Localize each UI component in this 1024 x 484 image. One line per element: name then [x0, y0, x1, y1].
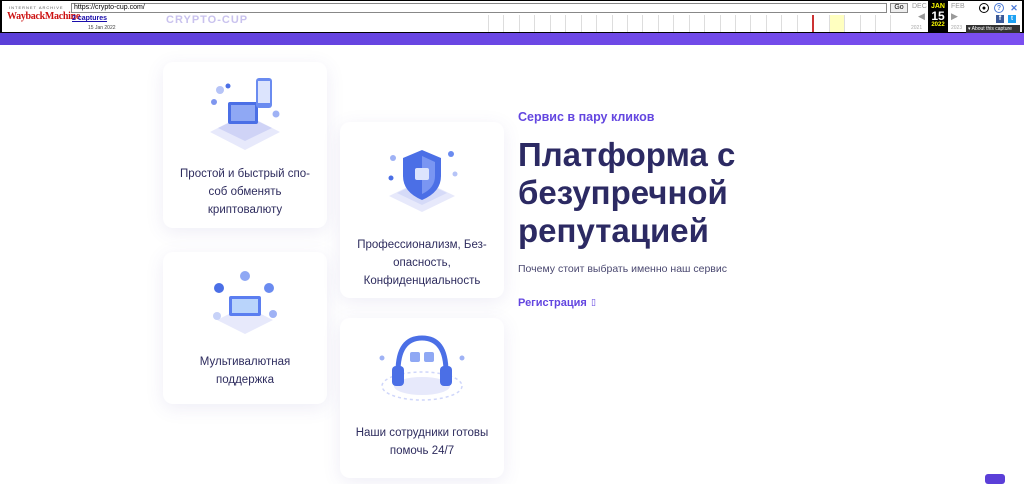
hero-subtitle: Почему стоит выбрать именно наш сервис	[518, 263, 728, 275]
card-text-line: Профессионализм, Без-	[357, 239, 487, 251]
timeline-cell[interactable]	[719, 15, 735, 32]
timeline-cell[interactable]	[890, 15, 906, 32]
timeline-cell[interactable]	[534, 15, 550, 32]
timeline-cell-marked[interactable]	[812, 15, 829, 32]
user-icon[interactable]: ●	[979, 3, 989, 13]
timeline-cell[interactable]	[596, 15, 612, 32]
timeline-cell[interactable]	[626, 15, 643, 32]
feature-card-exchange: Простой и быстрый спо- соб обменять крип…	[163, 62, 327, 228]
timeline-cell[interactable]	[580, 15, 597, 32]
register-link[interactable]: Регистрация	[518, 297, 587, 309]
timeline-cell-current[interactable]	[828, 15, 845, 32]
wayback-go-button[interactable]: Go	[890, 3, 908, 13]
card-text-line: Наши сотрудники готовы	[355, 427, 489, 439]
wayback-capture-date: 15 Jan 2022	[88, 25, 116, 31]
card-text-line: опасность,	[393, 257, 451, 269]
card-text-line: Мультивалютная	[199, 356, 291, 368]
page-title-line: безупречной	[518, 174, 728, 211]
feature-card-security: Профессионализм, Без- опасность, Конфиде…	[340, 122, 504, 298]
timeline-cell[interactable]	[874, 15, 891, 32]
wayback-logo-main: WaybackMachine	[7, 11, 81, 22]
timeline-cell[interactable]	[549, 15, 566, 32]
timeline-cell[interactable]	[765, 15, 782, 32]
feature-card-exchange-text: Простой и быстрый спо- соб обменять крип…	[163, 165, 327, 219]
wayback-prev-arrow-icon[interactable]: ◀	[918, 11, 925, 22]
wayback-about-capture[interactable]: ▾ About this capture	[966, 25, 1020, 33]
site-logo[interactable]: CRYPTO-CUP	[166, 14, 248, 26]
timeline-cell[interactable]	[642, 15, 658, 32]
timeline-cell[interactable]	[673, 15, 689, 32]
timeline-cell[interactable]	[844, 15, 860, 32]
shield-icon	[388, 150, 458, 212]
close-icon[interactable]: ✕	[1009, 3, 1019, 13]
card-text-line: помочь 24/7	[389, 445, 455, 457]
feature-card-support: Наши сотрудники готовы помочь 24/7	[340, 318, 504, 478]
wayback-toolbar: INTERNET ARCHIVE WaybackMachine https://…	[0, 0, 1024, 34]
timeline-cell[interactable]	[518, 15, 535, 32]
wayback-next-year: 2023	[951, 25, 963, 31]
site-header	[0, 33, 1024, 45]
timeline-cell[interactable]	[704, 15, 720, 32]
card-text-line: поддержка	[216, 374, 274, 386]
headphones-icon	[379, 335, 465, 401]
feature-card-multicurrency: Мультивалютная поддержка	[163, 252, 327, 404]
card-text-line: Конфиденциальность	[363, 275, 481, 287]
hero-eyebrow: Сервис в пару кликов	[518, 110, 655, 124]
timeline-cell[interactable]	[750, 15, 766, 32]
timeline-cell[interactable]	[503, 15, 519, 32]
wayback-current-day: 15	[931, 9, 945, 23]
timeline-cell[interactable]	[488, 15, 504, 32]
laptop-phone-icon	[210, 78, 280, 150]
wayback-current-year: 2022	[931, 22, 945, 28]
wayback-next-month[interactable]: FEB	[951, 3, 965, 10]
wayback-prev-month[interactable]: DEC	[912, 3, 927, 10]
timeline-cell[interactable]	[735, 15, 751, 32]
wayback-logo-top: INTERNET ARCHIVE	[9, 5, 64, 10]
feature-card-security-text: Профессионализм, Без- опасность, Конфиде…	[340, 236, 504, 290]
wayback-next-arrow-icon[interactable]: ▶	[951, 11, 958, 22]
scroll-top-button[interactable]	[985, 474, 1005, 484]
timeline-cell[interactable]	[688, 15, 705, 32]
arrow-icon[interactable]: ▯	[591, 298, 596, 308]
facebook-icon[interactable]: f	[996, 15, 1004, 23]
wayback-captures-link[interactable]: 2 captures	[72, 15, 107, 22]
feature-card-support-text: Наши сотрудники готовы помочь 24/7	[340, 424, 504, 460]
wayback-url-input[interactable]: https://crypto-cup.com/	[71, 3, 887, 13]
wayback-prev-year: 2021	[911, 25, 923, 31]
wayback-current-date: JAN 15 2022	[928, 1, 948, 32]
wayback-toolbar-inner: INTERNET ARCHIVE WaybackMachine https://…	[2, 1, 1022, 33]
page-title: Платформа с безупречной репутацией	[518, 136, 818, 250]
feature-card-multicurrency-text: Мультивалютная поддержка	[163, 353, 327, 389]
card-text-line: криптовалюту	[207, 204, 283, 216]
card-text-line: Простой и быстрый спо-	[180, 168, 310, 180]
timeline-cell[interactable]	[611, 15, 627, 32]
wayback-timeline[interactable]	[488, 15, 906, 32]
timeline-cell[interactable]	[796, 15, 813, 32]
card-text-line: соб обменять	[208, 186, 282, 198]
timeline-cell[interactable]	[859, 15, 875, 32]
page-title-line: репутацией	[518, 212, 709, 249]
timeline-cell[interactable]	[565, 15, 581, 32]
twitter-icon[interactable]: t	[1008, 15, 1016, 23]
timeline-cell[interactable]	[657, 15, 674, 32]
page-title-line: Платформа с	[518, 136, 736, 173]
multicurrency-icon	[213, 271, 277, 334]
help-icon[interactable]: ?	[994, 3, 1004, 13]
wayback-logo[interactable]: INTERNET ARCHIVE WaybackMachine	[7, 4, 80, 28]
wayback-about-label: About this capture	[971, 26, 1012, 32]
timeline-cell[interactable]	[781, 15, 797, 32]
